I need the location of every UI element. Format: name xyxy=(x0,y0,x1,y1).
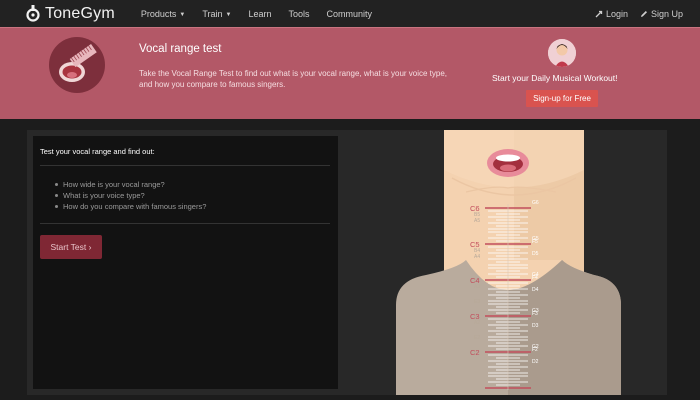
brand-icon xyxy=(26,5,40,22)
nav-item-tools[interactable]: Tools xyxy=(289,9,310,19)
vocal-range-illustration: C6C5C4C3C2B5A5B4A4A3E3A2E2G6G5F5D5G4F4D4… xyxy=(396,130,621,395)
brand-logo[interactable]: ToneGym xyxy=(26,5,115,23)
brand-name: ToneGym xyxy=(45,4,115,22)
scale-label-minor: A3 xyxy=(474,284,480,290)
scale-label-minor: E2 xyxy=(474,335,480,341)
nav-item-community[interactable]: Community xyxy=(327,9,373,19)
page-title: Vocal range test xyxy=(139,43,222,55)
vocal-range-icon xyxy=(49,37,105,93)
scale-label-minor: E3 xyxy=(474,299,480,305)
list-item: How wide is your vocal range? xyxy=(55,179,206,190)
nav-item-label: Products xyxy=(140,8,177,19)
promo-text: Start your Daily Musical Workout! xyxy=(492,73,618,83)
page-description: Take the Vocal Range Test to find out wh… xyxy=(139,69,448,89)
scale-label-right: F4 xyxy=(532,275,538,281)
login-link[interactable]: Login xyxy=(595,9,628,19)
scale-label-major: C2 xyxy=(470,348,480,357)
scale-label-right: F3 xyxy=(532,311,538,317)
intro-panel: Test your vocal range and find out: How … xyxy=(33,136,338,389)
account-links: Login Sign Up xyxy=(595,9,695,19)
scale-label-right: D2 xyxy=(532,359,539,365)
panel-title: Test your vocal range and find out: xyxy=(40,147,155,156)
scale-label-right: D5 xyxy=(532,251,539,257)
nav-menu: Products ▼ Train ▼ Learn Tools Community xyxy=(141,9,389,19)
start-test-button[interactable]: Start Test › xyxy=(40,235,102,259)
chevron-down-icon: ▼ xyxy=(179,11,186,18)
feature-list: How wide is your vocal range? What is yo… xyxy=(55,179,206,212)
scale-label-minor: A2 xyxy=(474,320,480,326)
main-content: Test your vocal range and find out: How … xyxy=(27,130,667,395)
list-item: How do you compare with famous singers? xyxy=(55,201,206,212)
login-icon xyxy=(595,10,603,17)
signup-link[interactable]: Sign Up xyxy=(640,9,683,19)
mouth-teeth xyxy=(496,154,520,162)
top-navbar: ToneGym Products ▼ Train ▼ Learn Tools Com… xyxy=(0,0,700,27)
login-label: Login xyxy=(605,8,628,19)
signup-label: Sign Up xyxy=(650,8,683,19)
mouth-tongue xyxy=(500,164,516,172)
scale-label-right: F5 xyxy=(532,239,538,245)
nav-item-learn[interactable]: Learn xyxy=(248,9,271,19)
pencil-icon xyxy=(640,10,647,17)
signup-free-button[interactable]: Sign-up for Free xyxy=(526,90,598,107)
divider xyxy=(40,223,330,224)
divider xyxy=(40,165,330,166)
nav-item-label: Train xyxy=(202,8,223,19)
hero-banner: Vocal range test Take the Vocal Range Te… xyxy=(0,27,700,119)
chevron-down-icon: ▼ xyxy=(225,11,232,18)
scale-label-right: G6 xyxy=(532,200,539,206)
scale-label-minor: A4 xyxy=(474,254,480,260)
avatar xyxy=(548,39,576,67)
scale-label-minor: A5 xyxy=(474,218,480,224)
scale-label-right: D3 xyxy=(532,323,539,329)
scale-label-right: D4 xyxy=(532,287,539,293)
list-item: What is your voice type? xyxy=(55,190,206,201)
scale-label-right: F2 xyxy=(532,347,538,353)
nav-item-products[interactable]: Products ▼ xyxy=(141,9,185,19)
nav-item-train[interactable]: Train ▼ xyxy=(202,9,231,19)
